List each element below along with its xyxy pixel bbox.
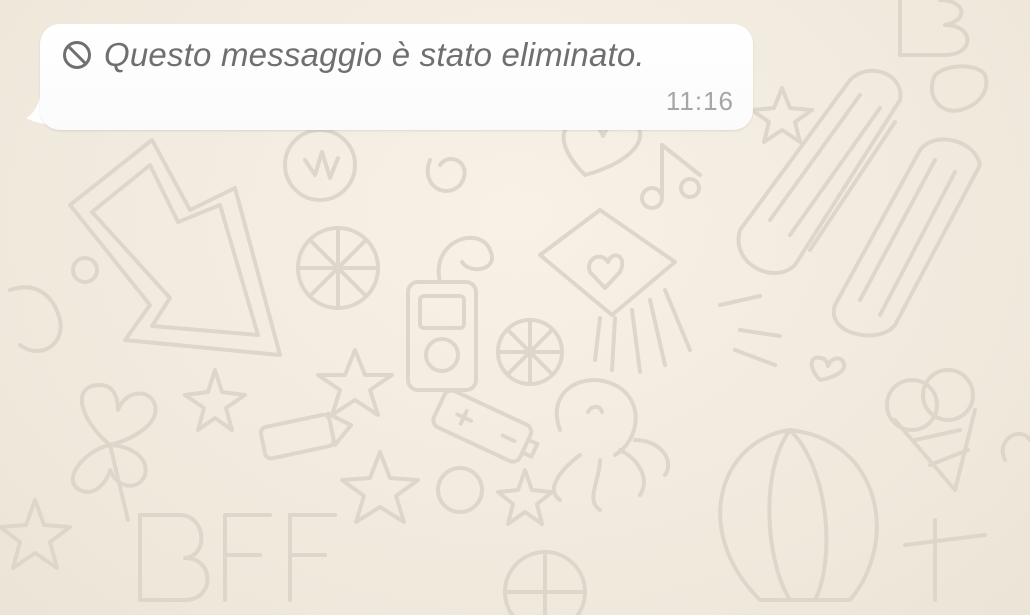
ball-doodle xyxy=(436,466,484,514)
ice-cream-doodle xyxy=(885,368,977,492)
deleted-message-text: Questo messaggio è stato eliminato. xyxy=(104,36,645,73)
clover-doodle xyxy=(70,383,158,522)
crayon-doodle xyxy=(258,411,354,461)
sunglasses-doodle xyxy=(929,64,989,113)
flag-doodle xyxy=(903,518,987,602)
letter-b-doodle xyxy=(898,0,970,57)
balloon-dog-doodle xyxy=(8,285,63,353)
music-note-doodle xyxy=(640,143,702,210)
message-row: Questo messaggio è stato eliminato. 11:1… xyxy=(20,24,753,130)
dot-doodle xyxy=(71,256,99,284)
arrow-doodle xyxy=(68,138,282,357)
swirl-doodle xyxy=(425,157,467,193)
flower-doodle xyxy=(1000,432,1030,462)
wave-doodle xyxy=(718,294,782,367)
mp3-player-doodle xyxy=(406,235,494,392)
prohibited-icon xyxy=(63,41,91,69)
message-timestamp: 11:16 xyxy=(665,86,734,116)
hot-air-balloon-doodle xyxy=(718,428,879,602)
octopus-doodle xyxy=(552,378,671,512)
deleted-message-bubble[interactable]: Questo messaggio è stato eliminato. 11:1… xyxy=(40,24,753,130)
battery-doodle xyxy=(431,388,540,464)
bff-letters-doodle xyxy=(138,513,337,602)
scribble-doodle xyxy=(303,150,340,180)
heart-small-doodle xyxy=(809,355,847,382)
